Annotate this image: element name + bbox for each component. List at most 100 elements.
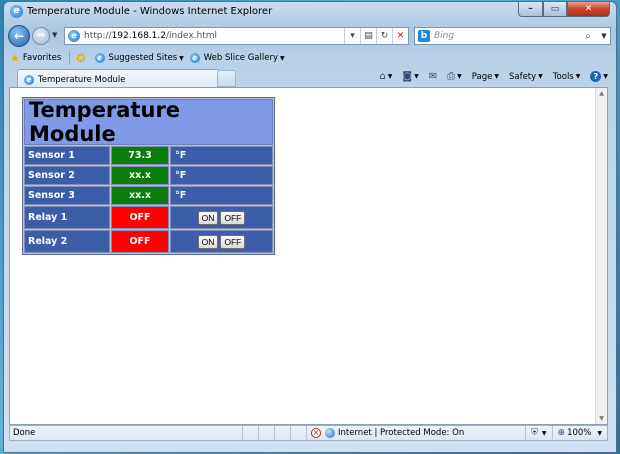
chevron-down-icon: ▼	[494, 73, 499, 80]
page-menu-label: Page	[471, 71, 493, 82]
chevron-down-icon: ▼	[603, 73, 608, 80]
url-path: /index.html	[165, 31, 218, 41]
zoom-level: 100%	[567, 428, 592, 438]
sensor-value: xx.x	[111, 166, 169, 185]
back-button[interactable]: ←	[8, 25, 30, 47]
status-pane	[274, 426, 290, 440]
relay-2-off-button[interactable]: OFF	[220, 234, 246, 249]
read-mail-button[interactable]: ✉	[429, 71, 437, 82]
relay-label: Relay 2	[24, 230, 110, 253]
relay-2-on-button[interactable]: ON	[197, 234, 219, 249]
search-magnifier-icon[interactable]: ⌕	[578, 31, 598, 42]
home-icon: ⌂	[379, 71, 386, 82]
relay-1-off-button[interactable]: OFF	[220, 210, 246, 225]
web-slice-gallery-label: Web Slice Gallery	[203, 53, 278, 63]
web-slice-icon: e	[189, 53, 200, 63]
stop-icon[interactable]: ✕	[392, 28, 408, 44]
help-icon: ?	[590, 71, 602, 82]
favorites-separator	[69, 51, 71, 65]
command-bar: ⌂ ▼ ◙ ▼ ✉ ⎙ ▼ Page ▼ Safety ▼ Tools ▼ ? ▼	[369, 71, 608, 82]
status-right: ⛨ ▼ ⊕ 100% ▼	[525, 426, 607, 440]
page-content: Temperature Module Sensor 1 73.3 °F Sens…	[9, 87, 608, 425]
scroll-down-icon[interactable]: ▼	[596, 413, 607, 424]
relay-state: OFF	[111, 230, 169, 253]
chevron-down-icon: ▼	[597, 429, 602, 437]
favorites-button[interactable]: ★ Favorites	[10, 52, 61, 65]
chevron-down-icon: ▼	[541, 429, 547, 437]
tools-menu-label: Tools	[552, 71, 574, 82]
print-button[interactable]: ⎙ ▼	[447, 71, 462, 82]
sensor-unit: °F	[170, 166, 273, 185]
suggested-sites-label: Suggested Sites	[108, 53, 178, 63]
chevron-down-icon: ▼	[387, 73, 393, 80]
bing-logo-icon: b	[418, 30, 430, 42]
compatibility-view-icon[interactable]: ▤	[360, 28, 376, 44]
security-zone[interactable]: ✕ Internet | Protected Mode: On	[306, 426, 468, 440]
sensor-label: Sensor 3	[24, 186, 110, 205]
status-pane	[258, 426, 274, 440]
status-pane	[242, 426, 258, 440]
favorites-bar: ★ Favorites ✪ e Suggested Sites ▼ e Web …	[4, 49, 616, 67]
relay-row: Relay 2 OFF ON OFF	[24, 230, 273, 253]
web-slice-gallery-button[interactable]: e Web Slice Gallery ▼	[189, 53, 285, 63]
search-box[interactable]: b Bing ⌕ ▼	[414, 27, 611, 45]
scroll-up-icon[interactable]: ▲	[596, 88, 607, 99]
url-host: 192.168.1.2	[111, 31, 166, 41]
close-button[interactable]: ✕	[567, 2, 610, 17]
suggested-sites-icon: e	[94, 53, 105, 63]
sensor-row: Sensor 1 73.3 °F	[24, 146, 273, 165]
add-to-favorites-bar-button[interactable]: ✪	[76, 52, 88, 65]
vertical-scrollbar[interactable]: ▲ ▼	[595, 88, 607, 424]
relay-label: Relay 1	[24, 206, 110, 229]
suggested-sites-button[interactable]: e Suggested Sites ▼	[94, 53, 184, 63]
status-pane	[290, 426, 306, 440]
status-bar: Done ✕ Internet | Protected Mode: On ⛨ ▼ …	[9, 425, 608, 441]
refresh-icon[interactable]: ↻	[376, 28, 392, 44]
protected-mode-button[interactable]: ⛨ ▼	[525, 426, 551, 440]
maximize-button[interactable]: ▭	[543, 2, 567, 17]
sensor-unit: °F	[170, 146, 273, 165]
chevron-down-icon: ▼	[414, 73, 419, 80]
home-button[interactable]: ⌂ ▼	[379, 71, 392, 82]
temperature-module-table: Temperature Module Sensor 1 73.3 °F Sens…	[22, 97, 275, 255]
title-bar[interactable]: e Temperature Module - Windows Internet …	[4, 2, 616, 22]
sensor-row: Sensor 2 xx.x °F	[24, 166, 273, 185]
tools-menu[interactable]: Tools ▼	[553, 72, 581, 82]
feeds-button[interactable]: ◙ ▼	[402, 71, 418, 82]
relay-controls: ON OFF	[170, 206, 273, 229]
shield-icon: ⛨	[531, 428, 538, 438]
zone-label: Internet | Protected Mode: On	[338, 428, 465, 438]
new-tab-button[interactable]	[217, 70, 236, 87]
popup-blocked-icon: ✕	[311, 428, 321, 438]
sensor-value: 73.3	[111, 146, 169, 165]
address-dropdown-icon[interactable]: ▾	[344, 28, 360, 44]
window-controls: – ▭ ✕	[518, 2, 610, 18]
chevron-down-icon: ▼	[538, 73, 543, 80]
tab-row: e Temperature Module ⌂ ▼ ◙ ▼ ✉ ⎙ ▼ Page ▼ Sa…	[4, 67, 616, 89]
search-input[interactable]: Bing	[434, 31, 578, 41]
address-bar[interactable]: e http://192.168.1.2/index.html ▾ ▤ ↻ ✕	[64, 27, 409, 45]
url-text[interactable]: http://192.168.1.2/index.html	[84, 31, 344, 41]
sensor-row: Sensor 3 xx.x °F	[24, 186, 273, 205]
tab-temperature-module[interactable]: e Temperature Module	[17, 69, 219, 89]
relay-controls: ON OFF	[170, 230, 273, 253]
window-title: Temperature Module - Windows Internet Ex…	[27, 6, 273, 17]
sensor-value: xx.x	[111, 186, 169, 205]
arrow-left-icon: ←	[13, 29, 25, 43]
help-button[interactable]: ? ▼	[590, 71, 608, 82]
page-menu[interactable]: Page ▼	[472, 72, 499, 82]
search-options-icon[interactable]: ▼	[598, 32, 610, 40]
relay-row: Relay 1 OFF ON OFF	[24, 206, 273, 229]
sensor-unit: °F	[170, 186, 273, 205]
internet-globe-icon	[325, 428, 335, 438]
zoom-button[interactable]: ⊕ 100% ▼	[551, 426, 607, 440]
safety-menu[interactable]: Safety ▼	[509, 72, 543, 82]
relay-state: OFF	[111, 206, 169, 229]
tab-label: Temperature Module	[38, 74, 126, 85]
history-dropdown-icon[interactable]: ▼	[52, 31, 57, 39]
forward-button[interactable]: →	[32, 27, 50, 45]
chevron-down-icon: ▼	[457, 73, 462, 80]
minimize-button[interactable]: –	[518, 2, 543, 17]
relay-1-on-button[interactable]: ON	[197, 210, 219, 225]
navigation-bar: ← → ▼ e http://192.168.1.2/index.html ▾ …	[4, 23, 616, 49]
